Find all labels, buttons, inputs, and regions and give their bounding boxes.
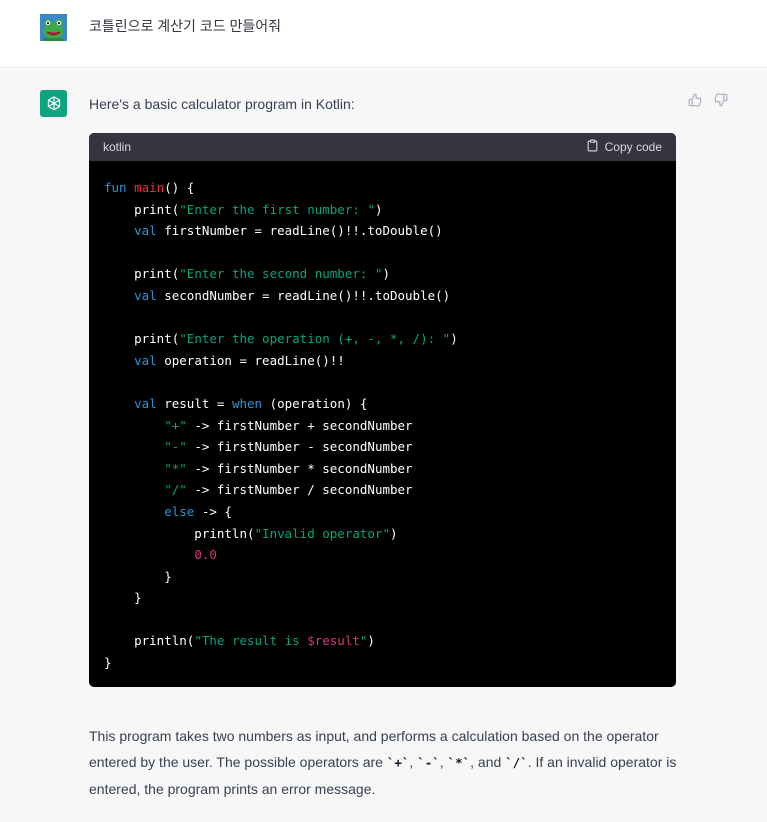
code-line: println("The result is $result") <box>104 630 661 652</box>
code-token: "Invalid operator" <box>254 525 390 541</box>
code-line: print("Enter the operation (+, -, *, /):… <box>104 328 661 350</box>
code-token: ) <box>450 331 458 347</box>
code-token: result = <box>156 395 232 411</box>
code-token: "+" <box>164 417 187 433</box>
user-message-text: 코틀린으로 계산기 코드 만들어줘 <box>89 18 281 34</box>
code-token: "/" <box>164 482 187 498</box>
code-line: val result = when (operation) { <box>104 393 661 415</box>
thumbs-down-icon[interactable] <box>713 92 729 108</box>
code-token: "Enter the operation (+, -, *, /): " <box>179 331 451 347</box>
code-token: print( <box>104 201 180 217</box>
code-token: fun <box>104 180 135 195</box>
code-token: } <box>104 655 112 671</box>
copy-code-label: Copy code <box>604 140 662 154</box>
code-token: print( <box>104 331 180 347</box>
code-token: val <box>134 223 157 239</box>
code-token: -> firstNumber / secondNumber <box>186 482 413 498</box>
code-line: } <box>104 587 661 609</box>
assistant-message-row: Here's a basic calculator program in Kot… <box>0 69 767 822</box>
code-token: when <box>231 395 263 411</box>
code-token: () { <box>164 180 195 195</box>
code-token: else <box>164 503 195 519</box>
operator-divide: `/` <box>505 755 528 770</box>
code-token: } <box>104 568 172 584</box>
code-line: fun main() { <box>104 177 661 199</box>
code-token: main <box>134 180 165 195</box>
code-line: print("Enter the second number: ") <box>104 263 661 285</box>
code-token: "*" <box>164 460 187 476</box>
code-line: val firstNumber = readLine()!!.toDouble(… <box>104 220 661 242</box>
code-line: "-" -> firstNumber - secondNumber <box>104 436 661 458</box>
assistant-summary-text: This program takes two numbers as input,… <box>89 723 679 802</box>
code-token: println( <box>104 525 255 541</box>
operator-times: `*` <box>447 755 471 770</box>
openai-logo-icon <box>40 90 67 117</box>
code-token: "The result is <box>194 633 308 649</box>
summary-separator: , and <box>470 754 506 770</box>
code-token: ) <box>374 201 383 217</box>
code-line: "*" -> firstNumber * secondNumber <box>104 458 661 480</box>
code-line: 0.0 <box>104 544 661 566</box>
code-line: println("Invalid operator") <box>104 523 661 545</box>
code-token: print( <box>104 266 180 282</box>
code-token: 0.0 <box>194 547 217 563</box>
code-line: } <box>104 652 661 674</box>
code-token: operation = readLine()!! <box>156 352 345 368</box>
assistant-intro-text: Here's a basic calculator program in Kot… <box>89 96 355 112</box>
code-token: println( <box>104 633 195 649</box>
thumbs-up-icon[interactable] <box>687 92 703 108</box>
code-token: val <box>134 287 157 303</box>
code-token: ) <box>367 633 375 649</box>
copy-code-button[interactable]: Copy code <box>586 139 662 155</box>
code-token: -> firstNumber + secondNumber <box>186 417 413 433</box>
operator-plus: `+` <box>386 755 410 770</box>
code-token: firstNumber = readLine()!!.toDouble() <box>156 223 443 239</box>
code-line: else -> { <box>104 501 661 523</box>
code-content: fun main() { print("Enter the first numb… <box>89 161 676 687</box>
code-token: secondNumber = readLine()!!.toDouble() <box>156 287 451 303</box>
code-token: } <box>104 590 142 606</box>
code-token: ) <box>389 525 398 541</box>
code-token: val <box>134 395 157 411</box>
code-token: "Enter the second number: " <box>179 266 383 282</box>
code-line: } <box>104 566 661 588</box>
frog-avatar-icon <box>40 14 67 41</box>
code-token: -> firstNumber - secondNumber <box>186 439 413 455</box>
code-line: print("Enter the first number: ") <box>104 199 661 221</box>
code-block: kotlin Copy code fun main() { print("Ent… <box>89 133 676 687</box>
code-line: val secondNumber = readLine()!!.toDouble… <box>104 285 661 307</box>
operator-minus: `-` <box>417 755 440 770</box>
feedback-controls <box>687 92 729 108</box>
code-token: -> firstNumber * secondNumber <box>186 460 413 476</box>
code-header: kotlin Copy code <box>89 133 676 161</box>
code-line: "+" -> firstNumber + secondNumber <box>104 415 661 437</box>
user-message-row: 코틀린으로 계산기 코드 만들어줘 <box>0 0 767 68</box>
summary-separator: , <box>439 754 448 770</box>
code-token: -> { <box>194 503 232 519</box>
code-token: $result <box>307 633 360 649</box>
code-token: "Enter the first number: " <box>179 201 375 217</box>
code-token: ) <box>382 266 390 282</box>
clipboard-icon <box>586 139 599 155</box>
code-line: "/" -> firstNumber / secondNumber <box>104 479 661 501</box>
code-line: val operation = readLine()!! <box>104 350 661 372</box>
code-token: "-" <box>164 439 187 455</box>
code-token: val <box>134 352 157 368</box>
code-language-label: kotlin <box>103 140 132 154</box>
code-token: (operation) { <box>262 395 368 411</box>
